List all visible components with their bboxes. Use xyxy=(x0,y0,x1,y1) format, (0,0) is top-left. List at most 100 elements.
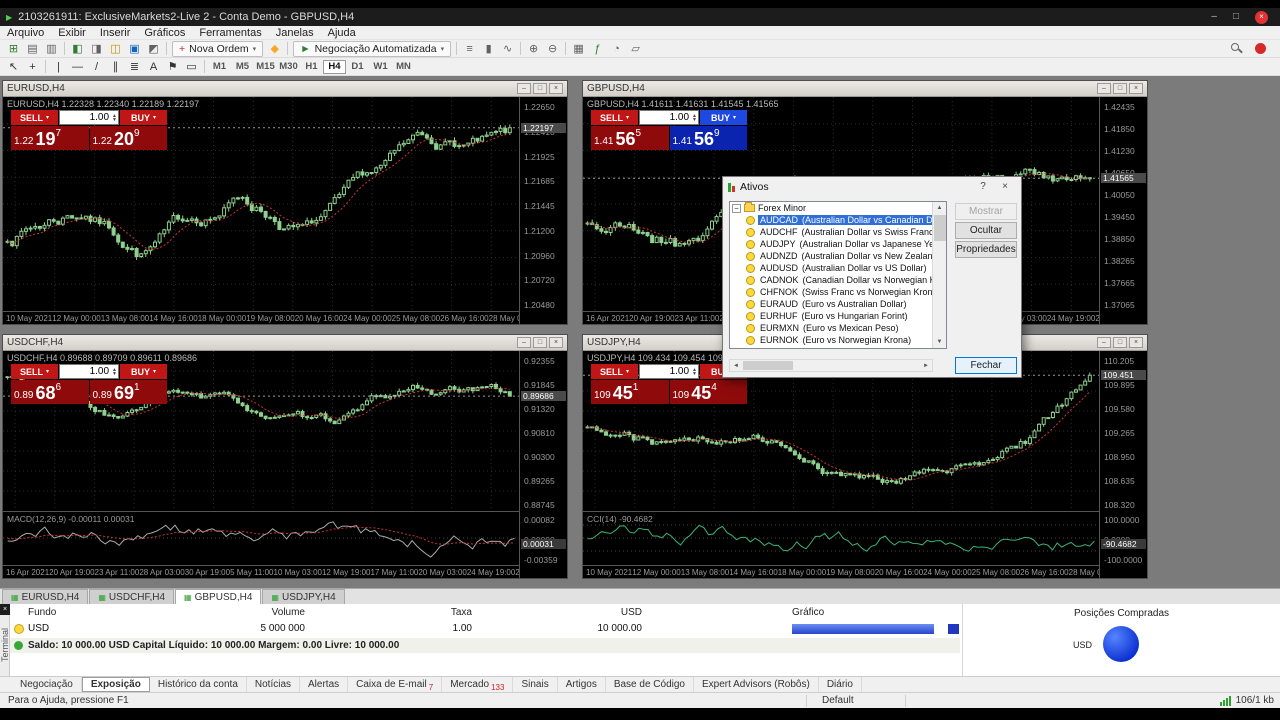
terminal-tab-artigos[interactable]: Artigos xyxy=(558,677,606,692)
line-chart-icon[interactable]: ∿ xyxy=(498,41,517,57)
chart-minimize-button[interactable]: – xyxy=(517,337,531,348)
chart-restore-button[interactable]: □ xyxy=(1113,83,1127,94)
symbol-row-audnzd[interactable]: AUDNZD (Australian Dollar vs New Zealand … xyxy=(730,250,946,262)
sell-price[interactable]: 1.41 56 5 xyxy=(591,126,669,150)
symbol-row-chfnok[interactable]: CHFNOK (Swiss Franc vs Norwegian Kroner) xyxy=(730,286,946,298)
zoom-out-icon[interactable]: ⊖ xyxy=(543,41,562,57)
buy-button[interactable]: BUY▾ xyxy=(120,364,167,379)
column-fundo[interactable]: Fundo xyxy=(28,607,56,618)
symbol-row-audusd[interactable]: AUDUSD (Australian Dollar vs US Dollar) xyxy=(730,262,946,274)
maximize-button[interactable]: □ xyxy=(1233,12,1239,22)
column-taxa[interactable]: Taxa xyxy=(362,607,472,618)
bars-chart-icon[interactable]: ≡ xyxy=(460,41,479,57)
notification-icon[interactable] xyxy=(1255,43,1266,54)
timeframe-m1[interactable]: M1 xyxy=(208,60,231,74)
timeframe-d1[interactable]: D1 xyxy=(346,60,369,74)
close-button[interactable]: × xyxy=(1255,10,1268,24)
hscroll-thumb[interactable] xyxy=(743,361,793,370)
chart-shift-icon[interactable]: ▥ xyxy=(42,41,61,57)
column-usd[interactable]: USD xyxy=(522,607,642,618)
menu-ajuda[interactable]: Ajuda xyxy=(321,27,363,39)
chart-minimize-button[interactable]: – xyxy=(1097,337,1111,348)
buy-button[interactable]: BUY▾ xyxy=(120,110,167,125)
market-watch-icon[interactable]: ◧ xyxy=(68,41,87,57)
show-button[interactable]: Mostrar xyxy=(955,203,1017,220)
symbol-row-eurnok[interactable]: EURNOK (Euro vs Norwegian Krona) xyxy=(730,334,946,346)
timeframe-mn[interactable]: MN xyxy=(392,60,415,74)
exposure-row[interactable]: USD 5 000 000 1.00 10 000.00 xyxy=(10,623,960,637)
chart-close-button[interactable]: × xyxy=(1129,337,1143,348)
timeframe-m5[interactable]: M5 xyxy=(231,60,254,74)
symbol-row-audcad[interactable]: AUDCAD (Australian Dollar vs Canadian Dol… xyxy=(730,214,946,226)
close-dialog-button[interactable]: Fechar xyxy=(955,357,1017,374)
symbol-row-audchf[interactable]: AUDCHF (Australian Dollar vs Swiss Franc) xyxy=(730,226,946,238)
volume-spinner[interactable]: ▲ ▼ xyxy=(112,367,117,376)
buy-price[interactable]: 1.22 20 9 xyxy=(89,126,167,150)
terminal-tab-negocia-o[interactable]: Negociação xyxy=(12,677,82,692)
scroll-down-arrow-icon[interactable]: ▼ xyxy=(933,336,946,348)
search-icon[interactable] xyxy=(1231,42,1243,55)
chart-tab-eurusd-h4[interactable]: ▦ EURUSD,H4 xyxy=(2,589,89,604)
chart-area[interactable]: EURUSD,H4 1.22328 1.22340 1.22189 1.2219… xyxy=(3,97,567,324)
horizontal-line-icon[interactable]: — xyxy=(68,59,87,75)
volume-input[interactable]: 1.00 ▲ ▼ xyxy=(639,110,699,125)
chart-minimize-button[interactable]: – xyxy=(517,83,531,94)
chart-close-button[interactable]: × xyxy=(549,83,563,94)
menu-grficos[interactable]: Gráficos xyxy=(137,27,192,39)
sell-button[interactable]: SELL ▾ xyxy=(11,110,58,125)
symbols-list-hscrollbar[interactable]: ◄ ► xyxy=(729,359,933,372)
symbol-row-cadnok[interactable]: CADNOK (Canadian Dollar vs Norwegian Kron… xyxy=(730,274,946,286)
scroll-right-arrow-icon[interactable]: ► xyxy=(920,363,932,369)
time-scale[interactable]: 16 Apr 202120 Apr 19:0023 Apr 11:0028 Ap… xyxy=(3,565,519,578)
terminal-tab-not-cias[interactable]: Notícias xyxy=(247,677,301,692)
terminal-tab-exposi-o[interactable]: Exposição xyxy=(81,677,150,692)
autotrade-button[interactable]: ► Negociação Automatizada ▾ xyxy=(293,40,452,57)
volume-input[interactable]: 1.00 ▲ ▼ xyxy=(59,110,119,125)
metaeditor-icon[interactable]: ◆ xyxy=(265,41,284,57)
volume-spinner[interactable]: ▲ ▼ xyxy=(112,113,117,122)
symbols-list-vscrollbar[interactable]: ▲ ▼ xyxy=(932,202,946,348)
sell-price[interactable]: 109 45 1 xyxy=(591,380,669,404)
candles-chart-icon[interactable]: ▮ xyxy=(479,41,498,57)
chart-tab-usdchf-h4[interactable]: ▦ USDCHF,H4 xyxy=(89,589,175,604)
buy-price[interactable]: 109 45 4 xyxy=(669,380,747,404)
time-scale[interactable]: 10 May 2021 12 May 00:00 13 May 08:00 14 Ma… xyxy=(583,565,1099,578)
vertical-line-icon[interactable]: | xyxy=(49,59,68,75)
vscroll-thumb[interactable] xyxy=(934,215,946,241)
chart-restore-button[interactable]: □ xyxy=(533,337,547,348)
column-grafico[interactable]: Gráfico xyxy=(792,607,824,618)
profiles-icon[interactable]: ▤ xyxy=(23,41,42,57)
terminal-close-button[interactable]: × xyxy=(0,604,10,615)
symbols-dialog-titlebar[interactable]: Ativos ? × xyxy=(723,177,1021,197)
volume-spinner[interactable]: ▲ ▼ xyxy=(692,367,697,376)
chart-area[interactable]: USDJPY,H4 109.434 109.454 109.387 109.45… xyxy=(583,351,1147,578)
menu-arquivo[interactable]: Arquivo xyxy=(0,27,51,39)
status-profile[interactable]: Default xyxy=(822,695,854,706)
strategy-tester-icon[interactable]: ◩ xyxy=(144,41,163,57)
price-scale[interactable]: 0.92355 0.91845 0.91320 0.90810 0.90300 0.892… xyxy=(519,351,567,578)
terminal-tab-mercado[interactable]: Mercado 133 xyxy=(442,677,514,692)
sell-button[interactable]: SELL ▾ xyxy=(591,110,638,125)
buy-price[interactable]: 1.41 56 9 xyxy=(669,126,747,150)
channel-icon[interactable]: ∥ xyxy=(106,59,125,75)
timeframe-w1[interactable]: W1 xyxy=(369,60,392,74)
dialog-close-button[interactable]: × xyxy=(994,179,1016,195)
arrow-objects-icon[interactable]: ⚑ xyxy=(163,59,182,75)
volume-input[interactable]: 1.00 ▲ ▼ xyxy=(59,364,119,379)
price-scale[interactable]: 1.226501.224101.219251.216851.214451.212… xyxy=(519,97,567,324)
terminal-tab-sinais[interactable]: Sinais xyxy=(513,677,558,692)
fibonacci-icon[interactable]: ≣ xyxy=(125,59,144,75)
templates-icon[interactable]: ▱ xyxy=(626,41,645,57)
symbol-group-row[interactable]: − Forex Minor xyxy=(730,202,946,214)
zoom-in-icon[interactable]: ⊕ xyxy=(524,41,543,57)
data-window-icon[interactable]: ◨ xyxy=(87,41,106,57)
symbols-list[interactable]: ▲ ▼ − Forex Minor AUDCAD (Australian Dollar… xyxy=(729,201,947,349)
terminal-tab-caixa-de-e-mail[interactable]: Caixa de E-mail 7 xyxy=(348,677,443,692)
chart-restore-button[interactable]: □ xyxy=(533,83,547,94)
timeframe-m15[interactable]: M15 xyxy=(254,60,277,74)
buy-button[interactable]: BUY▾ xyxy=(700,110,747,125)
column-volume[interactable]: Volume xyxy=(195,607,305,618)
terminal-tab-base-de-c-digo[interactable]: Base de Código xyxy=(606,677,694,692)
crosshair-icon[interactable]: + xyxy=(23,59,42,75)
price-scale[interactable]: 110.205 109.895 109.580 109.265 108.950 108.6… xyxy=(1099,351,1147,578)
